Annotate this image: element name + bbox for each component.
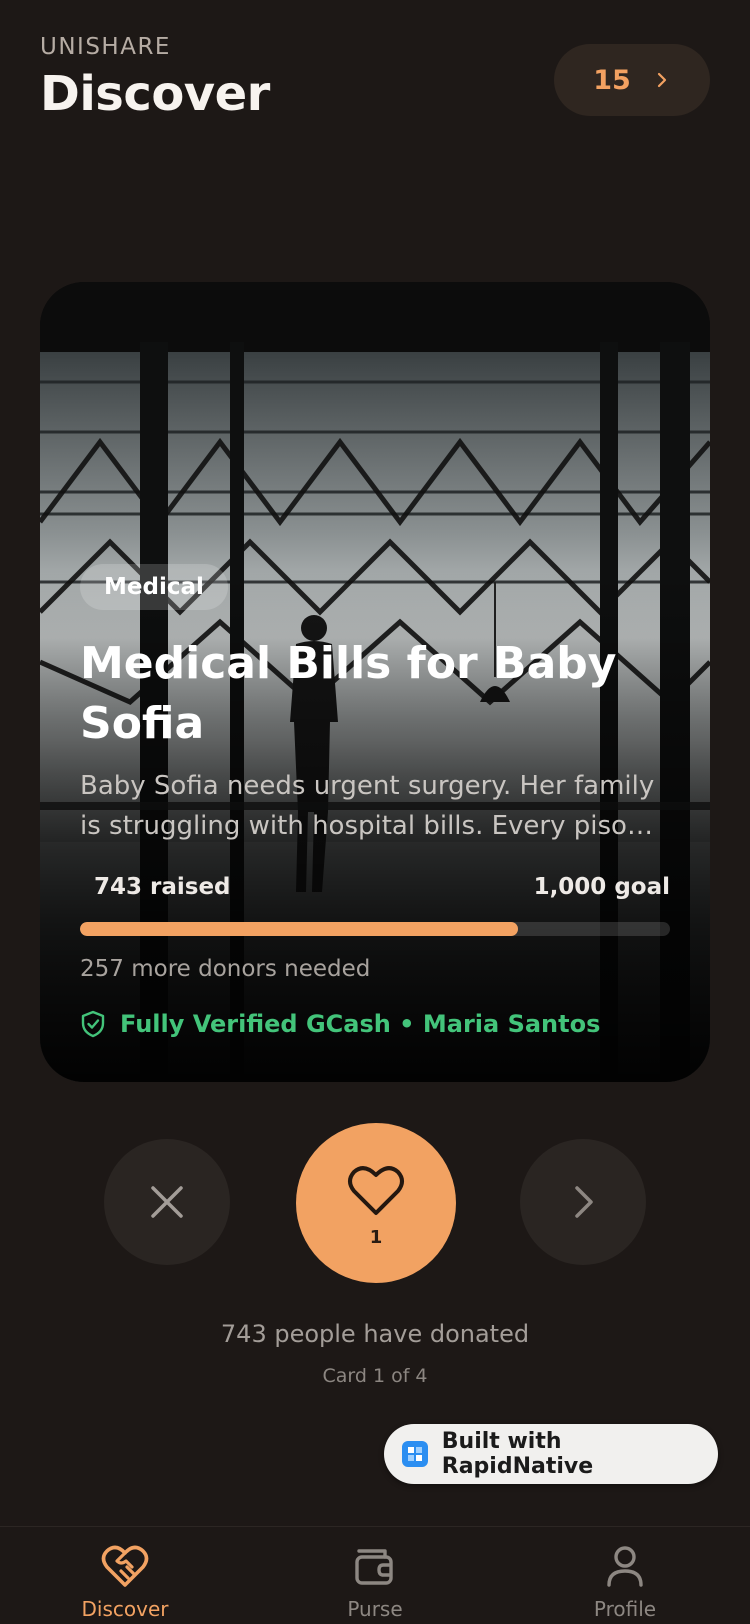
rapidnative-logo-icon xyxy=(402,1441,428,1467)
chevron-right-icon xyxy=(657,72,666,88)
chevron-right-icon xyxy=(575,1186,593,1218)
donate-like-button[interactable]: 1 xyxy=(296,1123,456,1283)
shield-check-icon xyxy=(81,1010,105,1038)
tab-label-profile: Profile xyxy=(593,1597,657,1621)
like-count: 1 xyxy=(369,1226,383,1248)
funding-progress-fill xyxy=(80,922,519,936)
next-card-button[interactable] xyxy=(520,1139,646,1265)
verified-badge: Fully Verified GCash • Maria Santos xyxy=(80,1010,600,1038)
tab-profile[interactable]: Profile xyxy=(525,1543,725,1621)
wallet-icon xyxy=(355,1549,393,1585)
goal-amount: 1,000 goal xyxy=(533,874,670,900)
category-chip: Medical xyxy=(80,564,228,610)
tab-label-discover: Discover xyxy=(81,1597,169,1621)
app-brand: UNISHARE xyxy=(40,34,171,60)
card-index-text: Card 1 of 4 xyxy=(322,1365,428,1387)
campaign-card[interactable]: Medical Medical Bills for Baby Sofia Bab… xyxy=(40,282,710,1082)
heart-icon xyxy=(348,1165,404,1215)
count-button[interactable]: 15 xyxy=(554,44,710,116)
count-value: 15 xyxy=(593,64,631,96)
campaign-description: Baby Sofia needs urgent surgery. Her fam… xyxy=(80,771,655,841)
built-with-text: Built with RapidNative xyxy=(441,1429,594,1479)
bottom-tab-bar: Discover Purse Profile xyxy=(0,1526,750,1624)
heart-handshake-icon xyxy=(101,1545,149,1587)
tab-purse[interactable]: Purse xyxy=(275,1543,475,1621)
page-title: Discover xyxy=(40,66,270,122)
donated-count-text: 743 people have donated xyxy=(220,1320,530,1348)
skip-button[interactable] xyxy=(104,1139,230,1265)
verified-text: Fully Verified GCash • Maria Santos xyxy=(120,1010,601,1038)
funding-progress-bar xyxy=(80,922,670,936)
raised-amount: 743 raised xyxy=(94,874,231,900)
tab-discover[interactable]: Discover xyxy=(25,1543,225,1621)
built-with-badge[interactable]: Built with RapidNative xyxy=(384,1424,718,1484)
close-icon xyxy=(151,1186,183,1218)
campaign-title: Medical Bills for Baby Sofia xyxy=(80,638,617,749)
tab-label-purse: Purse xyxy=(347,1597,403,1621)
user-icon xyxy=(607,1546,643,1587)
donors-needed-text: 257 more donors needed xyxy=(80,956,371,982)
